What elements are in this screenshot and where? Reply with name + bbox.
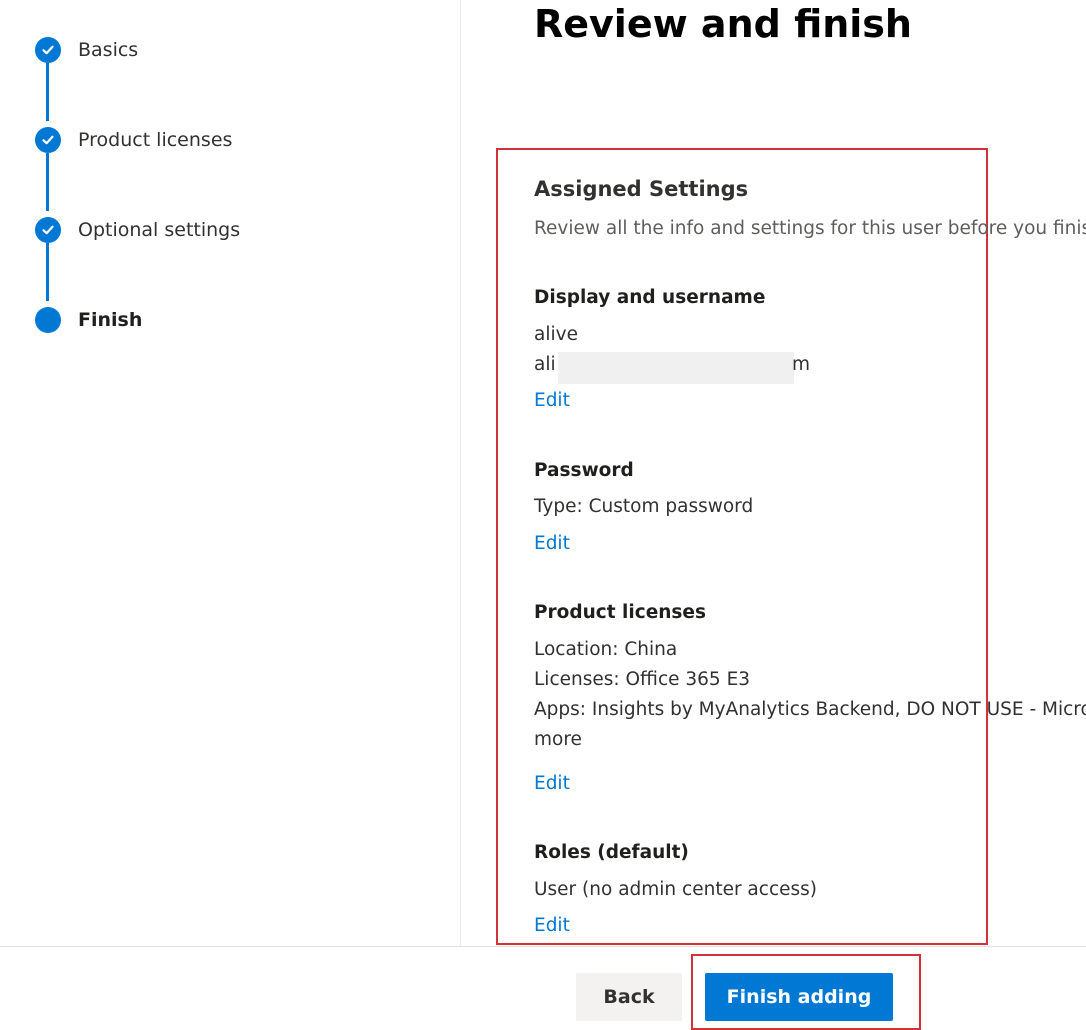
step-product-licenses[interactable]: Product licenses — [35, 127, 232, 153]
location-value: Location: China — [534, 639, 678, 660]
step-optional-settings[interactable]: Optional settings — [35, 217, 240, 243]
step-connector — [46, 153, 49, 211]
review-panel: Review and finish Assigned Settings Revi… — [462, 0, 1086, 946]
step-finish: Finish — [35, 307, 142, 333]
add-user-wizard: Basics Product licenses Optional setting… — [0, 0, 1086, 946]
step-label: Finish — [78, 309, 143, 331]
step-label: Product licenses — [78, 129, 233, 151]
edit-licenses-link[interactable]: Edit — [534, 773, 570, 794]
page-title: Review and finish — [534, 2, 912, 46]
apps-more-text: more — [534, 729, 582, 750]
checkmark-icon — [35, 37, 61, 63]
step-connector — [46, 63, 49, 121]
checkmark-icon — [35, 127, 61, 153]
password-heading: Password — [534, 460, 634, 481]
edit-display-link[interactable]: Edit — [534, 390, 570, 411]
username-prefix: ali — [534, 354, 556, 375]
step-connector — [46, 243, 49, 301]
password-type-value: Type: Custom password — [534, 496, 754, 517]
highlight-box-finish — [691, 954, 921, 1030]
wizard-stepper: Basics Product licenses Optional setting… — [0, 0, 461, 946]
roles-value: User (no admin center access) — [534, 879, 817, 900]
redacted-username — [558, 352, 794, 384]
back-button[interactable]: Back — [576, 973, 682, 1021]
username-suffix: m — [792, 354, 811, 375]
edit-roles-link[interactable]: Edit — [534, 915, 570, 936]
roles-heading: Roles (default) — [534, 842, 689, 863]
display-name-value: alive — [534, 324, 578, 345]
step-label: Basics — [78, 39, 139, 61]
checkmark-icon — [35, 217, 61, 243]
step-basics[interactable]: Basics — [35, 37, 138, 63]
apps-value: Apps: Insights by MyAnalytics Backend, D… — [534, 699, 1086, 720]
step-label: Optional settings — [78, 219, 241, 241]
licenses-value: Licenses: Office 365 E3 — [534, 669, 751, 690]
edit-password-link[interactable]: Edit — [534, 533, 570, 554]
assigned-settings-heading: Assigned Settings — [534, 177, 749, 201]
product-licenses-heading: Product licenses — [534, 602, 706, 623]
assigned-settings-subtitle: Review all the info and settings for thi… — [534, 218, 1086, 239]
display-username-heading: Display and username — [534, 287, 766, 308]
wizard-footer: Back Finish adding — [0, 946, 1086, 1030]
filled-circle-icon — [35, 307, 61, 333]
